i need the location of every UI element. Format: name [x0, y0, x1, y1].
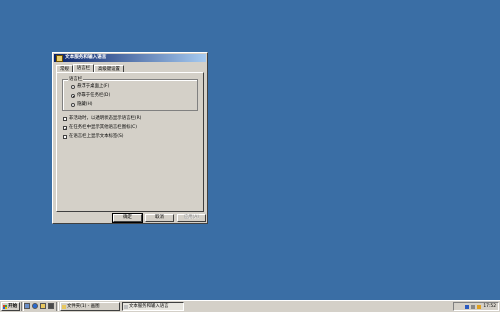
taskbar: 开始 文件夹(1) - 画图 文本服务和输入语言 17:52: [0, 300, 500, 312]
volume-icon[interactable]: [477, 304, 482, 309]
radio-label: 停靠于任务栏(D): [77, 93, 111, 98]
checkbox-transparent-when-inactive[interactable]: 非活动时，以透明状态显示语言栏(R): [63, 116, 141, 121]
radio-button[interactable]: [71, 102, 75, 107]
radio-button[interactable]: [71, 84, 75, 89]
checkbox-show-text-labels[interactable]: 在语言栏上显示文本标签(S): [63, 134, 124, 139]
start-label: 开始: [8, 304, 18, 309]
taskbar-button-paint[interactable]: 文件夹(1) - 画图: [60, 302, 120, 311]
language-indicator-icon[interactable]: [465, 304, 470, 309]
internet-explorer-icon[interactable]: [32, 303, 38, 309]
task-label: 文本服务和输入语言: [129, 304, 169, 309]
text-services-dialog: 文本服务和输入语言 常规 语言栏 高级键设置 语言栏 悬浮于桌面上(F) 停靠于…: [52, 52, 208, 224]
checkbox[interactable]: [63, 116, 67, 121]
start-button[interactable]: 开始: [1, 302, 20, 311]
apply-button[interactable]: 应用(A): [177, 214, 206, 222]
show-desktop-icon[interactable]: [24, 303, 30, 309]
dialog-titlebar[interactable]: 文本服务和输入语言: [54, 54, 206, 62]
tab-general[interactable]: 常规: [56, 65, 73, 72]
paint-icon: [62, 304, 66, 309]
dialog-title: 文本服务和输入语言: [65, 55, 107, 60]
group-title: 语言栏: [68, 77, 84, 82]
radio-label: 悬浮于桌面上(F): [77, 84, 110, 89]
checkbox[interactable]: [63, 134, 67, 139]
radio-button[interactable]: [71, 93, 75, 98]
checkbox-label: 在任务栏中显示其他语言栏图标(C): [69, 125, 137, 130]
keyboard-icon: [56, 54, 63, 62]
clock[interactable]: 17:52: [483, 304, 496, 309]
checkbox[interactable]: ✓: [63, 125, 67, 130]
tab-advanced-key-settings[interactable]: 高级键设置: [93, 65, 124, 72]
radio-hidden[interactable]: 隐藏(H): [71, 102, 93, 107]
network-icon[interactable]: [471, 304, 476, 309]
system-tray: 17:52: [453, 302, 499, 311]
windows-logo-icon: [3, 304, 7, 309]
ok-button[interactable]: 确定: [112, 213, 143, 223]
radio-float-on-desktop[interactable]: 悬浮于桌面上(F): [71, 84, 109, 89]
command-prompt-icon[interactable]: [48, 303, 54, 309]
language-bar-group: 语言栏 悬浮于桌面上(F) 停靠于任务栏(D) 隐藏(H): [62, 77, 198, 111]
tab-strip: 常规 语言栏 高级键设置: [56, 64, 124, 72]
cancel-button[interactable]: 取消: [145, 214, 174, 222]
taskbar-separator: [56, 302, 59, 311]
checkbox-label: 在语言栏上显示文本标签(S): [69, 134, 124, 139]
folder-icon[interactable]: [40, 303, 46, 309]
radio-label: 隐藏(H): [77, 102, 93, 107]
tab-panel: 语言栏 悬浮于桌面上(F) 停靠于任务栏(D) 隐藏(H) 非活动时，以透明状态…: [56, 72, 204, 212]
radio-dock-in-taskbar[interactable]: 停靠于任务栏(D): [71, 93, 110, 98]
keyboard-icon: [124, 304, 128, 309]
taskbar-button-text-services[interactable]: 文本服务和输入语言: [122, 302, 184, 311]
task-label: 文件夹(1) - 画图: [67, 304, 100, 309]
tab-language-bar[interactable]: 语言栏: [72, 64, 94, 72]
checkbox-show-extra-icons[interactable]: ✓ 在任务栏中显示其他语言栏图标(C): [63, 125, 137, 130]
checkbox-label: 非活动时，以透明状态显示语言栏(R): [69, 116, 142, 121]
